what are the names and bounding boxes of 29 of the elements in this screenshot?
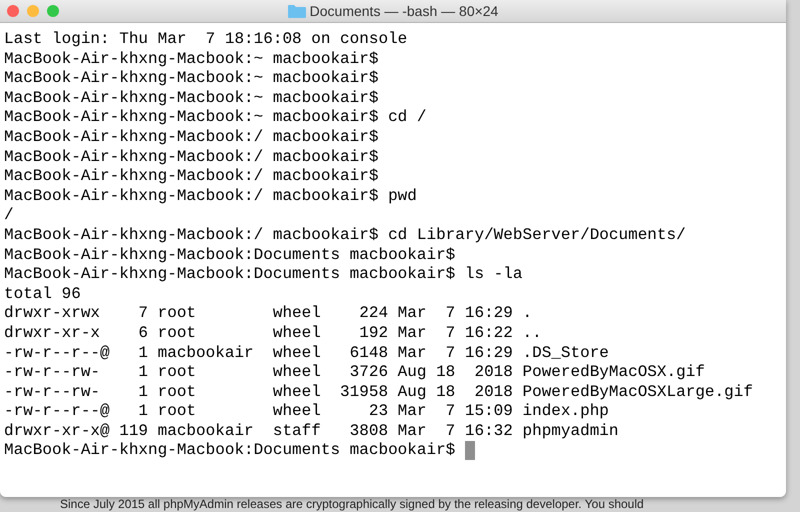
window-title: Documents — -bash — 80×24: [310, 2, 498, 20]
terminal-line: MacBook-Air-khxng-Macbook:~ macbookair$: [4, 69, 378, 89]
terminal-line: total 96: [4, 284, 81, 304]
terminal-line: -rw-r--rw- 1 root wheel 31958 Aug 18 2018 PoweredByMacOSXLarge.gif: [4, 382, 753, 402]
terminal-line: MacBook-Air-khxng-Macbook:~ macbookair$: [4, 88, 378, 108]
terminal-line: MacBook-Air-khxng-Macbook:/ macbookair$: [4, 128, 378, 148]
text-cursor: [465, 441, 476, 460]
terminal-line: MacBook-Air-khxng-Macbook:/ macbookair$ pwd: [4, 186, 417, 206]
terminal-line: -rw-r--r--@ 1 root wheel 23 Mar 7 15:09 index.php: [4, 402, 609, 422]
terminal-line: MacBook-Air-khxng-Macbook:/ macbookair$ cd Library/WebServer/Documents/: [4, 226, 686, 246]
terminal-line: drwxr-xr-x 6 root wheel 192 Mar 7 16:22 ..: [4, 324, 542, 344]
terminal-line: MacBook-Air-khxng-Macbook:Documents macbookair$: [4, 246, 456, 266]
minimize-button[interactable]: [27, 5, 39, 17]
terminal-line: -rw-r--r--@ 1 macbookair wheel 6148 Mar 7 16:29 .DS_Store: [4, 344, 609, 364]
terminal-line: MacBook-Air-khxng-Macbook:/ macbookair$: [4, 148, 378, 168]
terminal-line: /: [4, 206, 14, 226]
terminal-line: MacBook-Air-khxng-Macbook:~ macbookair$ cd /: [4, 108, 426, 128]
background-text: Since July 2015 all phpMyAdmin releases are cryptographically signed by the releasing developer. You should: [59, 497, 645, 511]
terminal-line: MacBook-Air-khxng-Macbook:Documents macbookair$ ls -la: [4, 265, 522, 285]
close-button[interactable]: [7, 5, 19, 17]
terminal-line: -rw-r--rw- 1 root wheel 3726 Aug 18 2018 PoweredByMacOSX.gif: [4, 363, 705, 383]
terminal-line: drwxr-xrwx 7 root wheel 224 Mar 7 16:29 .: [4, 304, 532, 324]
zoom-button[interactable]: [47, 5, 59, 17]
terminal-line: MacBook-Air-khxng-Macbook:/ macbookair$: [4, 167, 378, 187]
terminal-line: MacBook-Air-khxng-Macbook:~ macbookair$: [4, 50, 378, 70]
terminal-line: Last login: Thu Mar 7 18:16:08 on console: [4, 30, 408, 50]
terminal-prompt: MacBook-Air-khxng-Macbook:Documents macbookair$: [4, 441, 456, 462]
folder-icon: [288, 4, 306, 18]
terminal-line: drwxr-xr-x@ 119 macbookair staff 3808 Mar 7 16:32 phpmyadmin: [4, 422, 618, 442]
